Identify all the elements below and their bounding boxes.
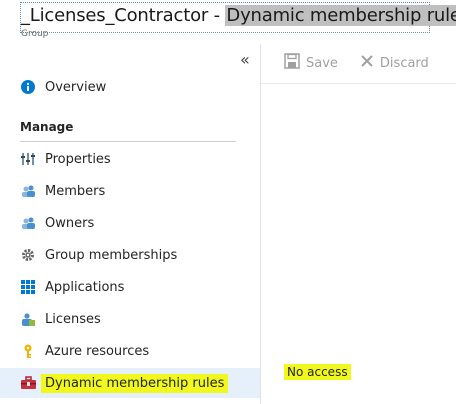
sidebar-item-label: Properties: [45, 151, 111, 167]
sidebar-item-label: Members: [45, 183, 106, 199]
sidebar-item-azure-resources[interactable]: Azure resources: [0, 336, 260, 366]
sidebar-item-applications[interactable]: Applications: [0, 272, 260, 302]
sidebar-item-members[interactable]: Members: [0, 176, 260, 206]
close-icon: [360, 54, 374, 72]
manage-section-heading: Manage: [20, 120, 74, 134]
license-icon: [20, 311, 36, 327]
info-icon: [20, 79, 36, 95]
sidebar-item-licenses[interactable]: Licenses: [0, 304, 260, 334]
sidebar-item-label: Group memberships: [45, 247, 178, 263]
discard-label: Discard: [379, 55, 429, 71]
sidebar-item-label: Azure resources: [45, 343, 150, 359]
toolbox-icon: [20, 375, 36, 391]
sidebar-item-label: Overview: [45, 79, 107, 95]
sidebar-item-properties[interactable]: Properties: [0, 144, 260, 174]
sidebar-item-label: Owners: [45, 215, 95, 231]
sidebar-item-group-memberships[interactable]: Group memberships: [0, 240, 260, 270]
discard-button[interactable]: Discard: [360, 53, 429, 73]
page-title: _Licenses_Contractor - Dynamic membershi…: [21, 3, 456, 29]
collapse-sidebar-button[interactable]: «: [240, 50, 250, 69]
properties-icon: [20, 151, 36, 167]
owners-icon: [20, 215, 36, 231]
toolbar-divider: [261, 83, 456, 84]
sidebar-item-owners[interactable]: Owners: [0, 208, 260, 238]
no-access-status: No access: [284, 364, 351, 380]
save-button[interactable]: Save: [284, 53, 338, 73]
sidebar-divider: [260, 44, 261, 404]
page-title-highlight: Dynamic membership rules: [225, 5, 456, 26]
sidebar-item-dynamic-membership-rules[interactable]: Dynamic membership rules: [0, 368, 260, 398]
command-bar: Save Discard: [284, 53, 429, 73]
save-icon: [284, 53, 300, 73]
applications-grid-icon: [20, 279, 36, 295]
page-title-prefix: _Licenses_Contractor -: [21, 5, 226, 26]
members-icon: [20, 183, 36, 199]
save-label: Save: [306, 55, 338, 71]
page-subtitle: Group: [21, 29, 49, 39]
sidebar-item-label: Dynamic membership rules: [41, 373, 229, 393]
gear-icon: [20, 247, 36, 263]
key-icon: [20, 343, 36, 359]
section-divider: [20, 141, 236, 142]
sidebar-item-label: Licenses: [45, 311, 101, 327]
blade-header: _Licenses_Contractor - Dynamic membershi…: [0, 0, 456, 40]
sidebar-item-overview[interactable]: Overview: [0, 72, 260, 102]
sidebar-item-label: Applications: [45, 279, 125, 295]
